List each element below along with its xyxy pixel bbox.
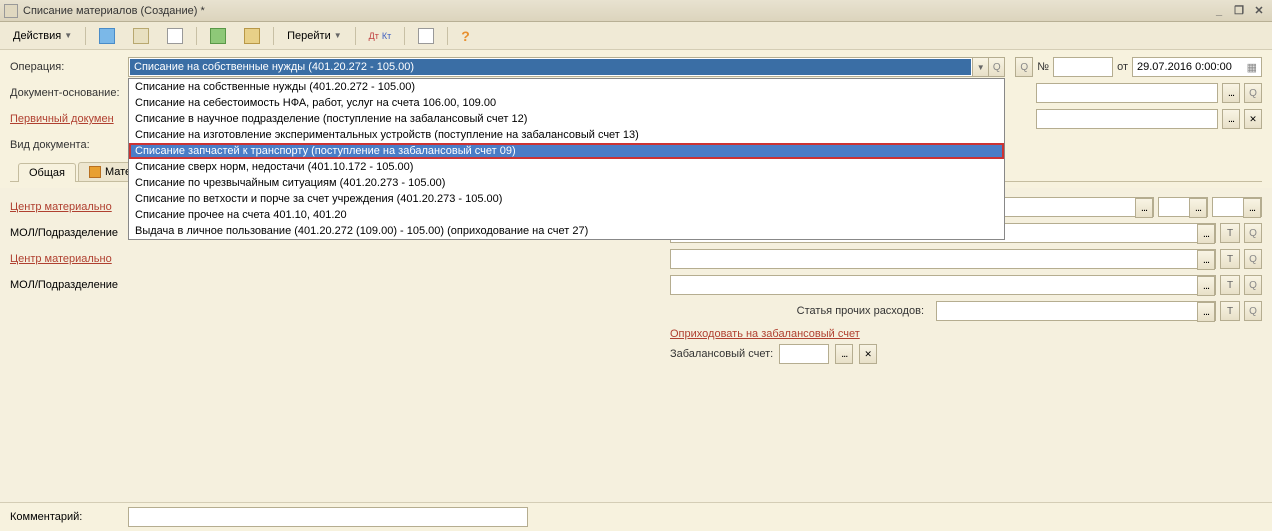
operation-dropdown-list: Списание на собственные нужды (401.20.27… [128, 78, 1005, 240]
lookup-button[interactable]: ... [1197, 276, 1215, 296]
number-field[interactable] [1053, 57, 1113, 77]
structure-button[interactable] [237, 25, 267, 47]
center2-label[interactable]: Центр материально [10, 253, 155, 265]
dropdown-item[interactable]: Списание на собственные нужды (401.20.27… [129, 79, 1004, 95]
expense-field[interactable]: ... [936, 301, 1216, 321]
dropdown-item[interactable]: Списание в научное подразделение (поступ… [129, 111, 1004, 127]
comment-label: Комментарий: [10, 511, 128, 523]
calendar-icon[interactable]: ▦ [1247, 61, 1257, 74]
maximize-button[interactable]: ❐ [1230, 3, 1248, 19]
comment-field[interactable] [128, 507, 528, 527]
dropdown-item-highlighted[interactable]: Списание запчастей к транспорту (поступл… [129, 143, 1004, 159]
toolbar: Действия ▼ Перейти ▼ ДтКт ? [0, 22, 1272, 50]
mol2-label: МОЛ/Подразделение [10, 279, 155, 291]
lookup-button[interactable]: ... [1197, 250, 1215, 270]
footer: Комментарий: [0, 502, 1272, 531]
tab-general[interactable]: Общая [18, 163, 76, 182]
lookup-button[interactable]: Q [1244, 223, 1262, 243]
offbalance-section-label[interactable]: Оприходовать на забалансовый счет [670, 328, 1262, 340]
lookup-button[interactable]: Q [1244, 275, 1262, 295]
text-button[interactable]: T [1220, 301, 1240, 321]
lookup-button[interactable]: Q [1244, 301, 1262, 321]
text-button[interactable]: T [1220, 223, 1240, 243]
doc-basis-label: Документ-основание: [10, 87, 128, 99]
lookup-button[interactable]: ... [835, 344, 853, 364]
dropdown-item[interactable]: Списание прочее на счета 401.10, 401.20 [129, 207, 1004, 223]
post-button[interactable] [203, 25, 233, 47]
from-label: от [1117, 61, 1128, 73]
operation-selected: Списание на собственные нужды (401.20.27… [130, 59, 971, 75]
text-button[interactable]: T [1220, 275, 1240, 295]
clear-button[interactable]: ✕ [859, 344, 877, 364]
help-button[interactable]: ? [454, 25, 477, 47]
num-label: № [1037, 61, 1049, 73]
titlebar: Списание материалов (Создание) * _ ❐ ✕ [0, 0, 1272, 22]
field-4[interactable]: ... [670, 275, 1216, 295]
separator [355, 27, 356, 45]
list-button[interactable] [160, 25, 190, 47]
dtkt-button[interactable]: ДтКт [362, 25, 399, 47]
lookup-button[interactable]: Q [1244, 83, 1262, 103]
doc-type-label: Вид документа: [10, 139, 128, 151]
goto-menu[interactable]: Перейти ▼ [280, 25, 349, 47]
combo-lookup-button[interactable]: Q [988, 58, 1004, 76]
expense-label: Статья прочих расходов: [670, 305, 932, 317]
separator [404, 27, 405, 45]
dropdown-item[interactable]: Списание сверх норм, недостачи (401.10.1… [129, 159, 1004, 175]
table-icon [89, 166, 101, 178]
document-icon [4, 4, 18, 18]
lookup-button[interactable]: ... [1222, 109, 1240, 129]
chevron-down-icon: ▼ [334, 31, 342, 40]
copy-button[interactable] [126, 25, 156, 47]
minimize-button[interactable]: _ [1210, 3, 1228, 19]
report-button[interactable] [411, 25, 441, 47]
lookup-button[interactable]: ... [1135, 198, 1153, 218]
chevron-down-icon: ▼ [64, 31, 72, 40]
separator [447, 27, 448, 45]
lookup-button[interactable]: ... [1197, 302, 1215, 322]
field-1b[interactable]: ... [1158, 197, 1208, 217]
save-button[interactable] [92, 25, 122, 47]
form-header: Операция: Списание на собственные нужды … [0, 50, 1272, 188]
clear-button[interactable]: ✕ [1244, 109, 1262, 129]
primary-doc-field[interactable] [1036, 109, 1218, 129]
dropdown-item[interactable]: Списание на изготовление экспериментальн… [129, 127, 1004, 143]
separator [273, 27, 274, 45]
field-1c[interactable]: ... [1212, 197, 1262, 217]
operation-combo[interactable]: Списание на собственные нужды (401.20.27… [128, 57, 1005, 77]
close-button[interactable]: ✕ [1250, 3, 1268, 19]
dropdown-item[interactable]: Списание на себестоимость НФА, работ, ус… [129, 95, 1004, 111]
offbalance-label: Забалансовый счет: [670, 348, 773, 360]
offbalance-field[interactable] [779, 344, 829, 364]
basis-field[interactable] [1036, 83, 1218, 103]
combo-dropdown-button[interactable]: ▼ [972, 58, 988, 76]
lookup-button[interactable]: ... [1197, 224, 1215, 244]
date-field[interactable]: 29.07.2016 0:00:00 ▦ [1132, 57, 1262, 77]
lookup-button[interactable]: ... [1222, 83, 1240, 103]
window-title: Списание материалов (Создание) * [23, 5, 1210, 17]
dropdown-item[interactable]: Списание по ветхости и порче за счет учр… [129, 191, 1004, 207]
lookup-button[interactable]: ... [1243, 198, 1261, 218]
separator [85, 27, 86, 45]
lookup-button[interactable]: ... [1189, 198, 1207, 218]
separator [196, 27, 197, 45]
operation-label: Операция: [10, 61, 128, 73]
dropdown-item[interactable]: Списание по чрезвычайным ситуациям (401.… [129, 175, 1004, 191]
actions-menu[interactable]: Действия ▼ [6, 25, 79, 47]
field-3[interactable]: ... [670, 249, 1216, 269]
primary-doc-label[interactable]: Первичный докумен [10, 113, 128, 125]
dropdown-item[interactable]: Выдача в личное пользование (401.20.272 … [129, 223, 1004, 239]
lookup-button[interactable]: Q [1244, 249, 1262, 269]
text-button[interactable]: T [1220, 249, 1240, 269]
lookup-button[interactable]: Q [1015, 57, 1033, 77]
